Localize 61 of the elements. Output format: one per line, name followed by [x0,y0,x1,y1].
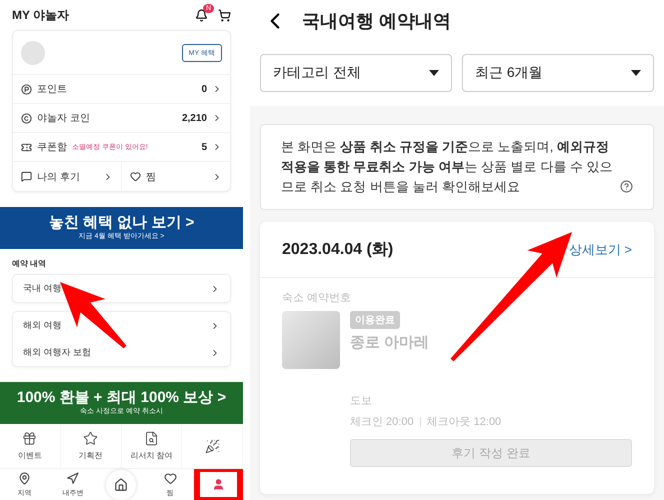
help-icon[interactable] [620,180,633,194]
caret-icon [429,70,439,76]
star-icon [83,431,98,446]
quick-menu-item[interactable]: 리서치 참여 [122,424,182,468]
nav-item[interactable] [194,469,243,500]
bell-icon[interactable] [195,8,208,22]
quick-menu-item[interactable]: 이벤트 [0,424,61,468]
nearby-icon [66,472,80,484]
coupon-icon [21,142,32,152]
menu-item[interactable]: 해외 여행 [13,312,230,339]
map-icon [18,472,31,484]
row-value: 5 [201,142,207,152]
caret-icon [631,70,641,76]
filter-select[interactable]: 최근 6개월 [462,54,654,92]
point-icon [21,84,32,94]
filter-select[interactable]: 카테고리 전체 [260,54,452,92]
banner-title: 놓친 혜택 없나 보기 > [48,214,194,232]
user-icon [200,472,238,497]
row-value: 2,210 [182,112,207,124]
row-label: 쿠폰함 [37,141,67,154]
arrow-drawing [60,282,126,348]
cart-icon[interactable] [218,8,231,22]
research-icon [144,431,159,446]
photo-placeholder [282,311,340,370]
link-label: 찜 [146,170,157,184]
quick-label: 리서치 참여 [130,450,172,461]
notice-text: 본 화면은 상품 취소 규정을 기준으로 노출되며, 예외규정 적용을 통한 무료취소 가능 여부는 상품 별로 다를 수 있으므로 취소 요청 버튼을 눌러 확인해보세요 [281,138,614,196]
party-icon [204,438,220,454]
account-row[interactable]: 야놀자 코인 2,210 [13,104,230,133]
checkout-time: 체크아웃 12:00 [426,415,502,430]
avatar-icon [21,40,45,64]
menu-item[interactable]: 해외 여행자 보험 [13,339,230,366]
menu-label: 해외 여행자 보험 [23,346,92,359]
card-link[interactable]: 찜 [121,162,230,191]
menu-item[interactable]: 국내 여행 [13,275,230,302]
page-title: 국내여행 예약내역 [302,10,452,33]
row-value: 0 [201,84,207,94]
gift-icon [22,431,38,446]
card-link[interactable]: 나의 후기 [13,162,121,191]
link-label: 나의 후기 [37,170,81,184]
quick-menu-item[interactable]: 기획전 [60,424,122,468]
quick-label: 이벤트 [18,450,42,461]
detail-link[interactable]: 상세보기 > [568,240,632,259]
speech-bubble-icon [21,171,32,182]
menu-label: 해외 여행 [23,319,62,332]
menu-label: 국내 여행 [23,282,62,295]
booking-number-label: 숙소 예약번호 [282,291,352,306]
heart-icon [130,171,141,182]
app-title: MY 야놀자 [12,6,70,24]
section-heading: 예약 내역 [12,258,48,269]
booking-date: 2023.04.04 (화) [282,240,394,260]
heart-icon [164,472,177,484]
checkin-time: 체크인 20:00 [350,415,414,430]
coin-icon [21,112,32,124]
row-label: 포인트 [37,83,67,96]
property-name: 종로 아마레 [350,333,430,352]
access-text: 도보 [350,394,373,408]
account-row[interactable]: 포인트 0 [13,75,230,104]
banner-title: 100% 환불 + 최대 100% 보상 > [16,390,226,406]
row-label: 야놀자 코인 [37,112,90,125]
quick-label: 기획전 [78,450,103,461]
